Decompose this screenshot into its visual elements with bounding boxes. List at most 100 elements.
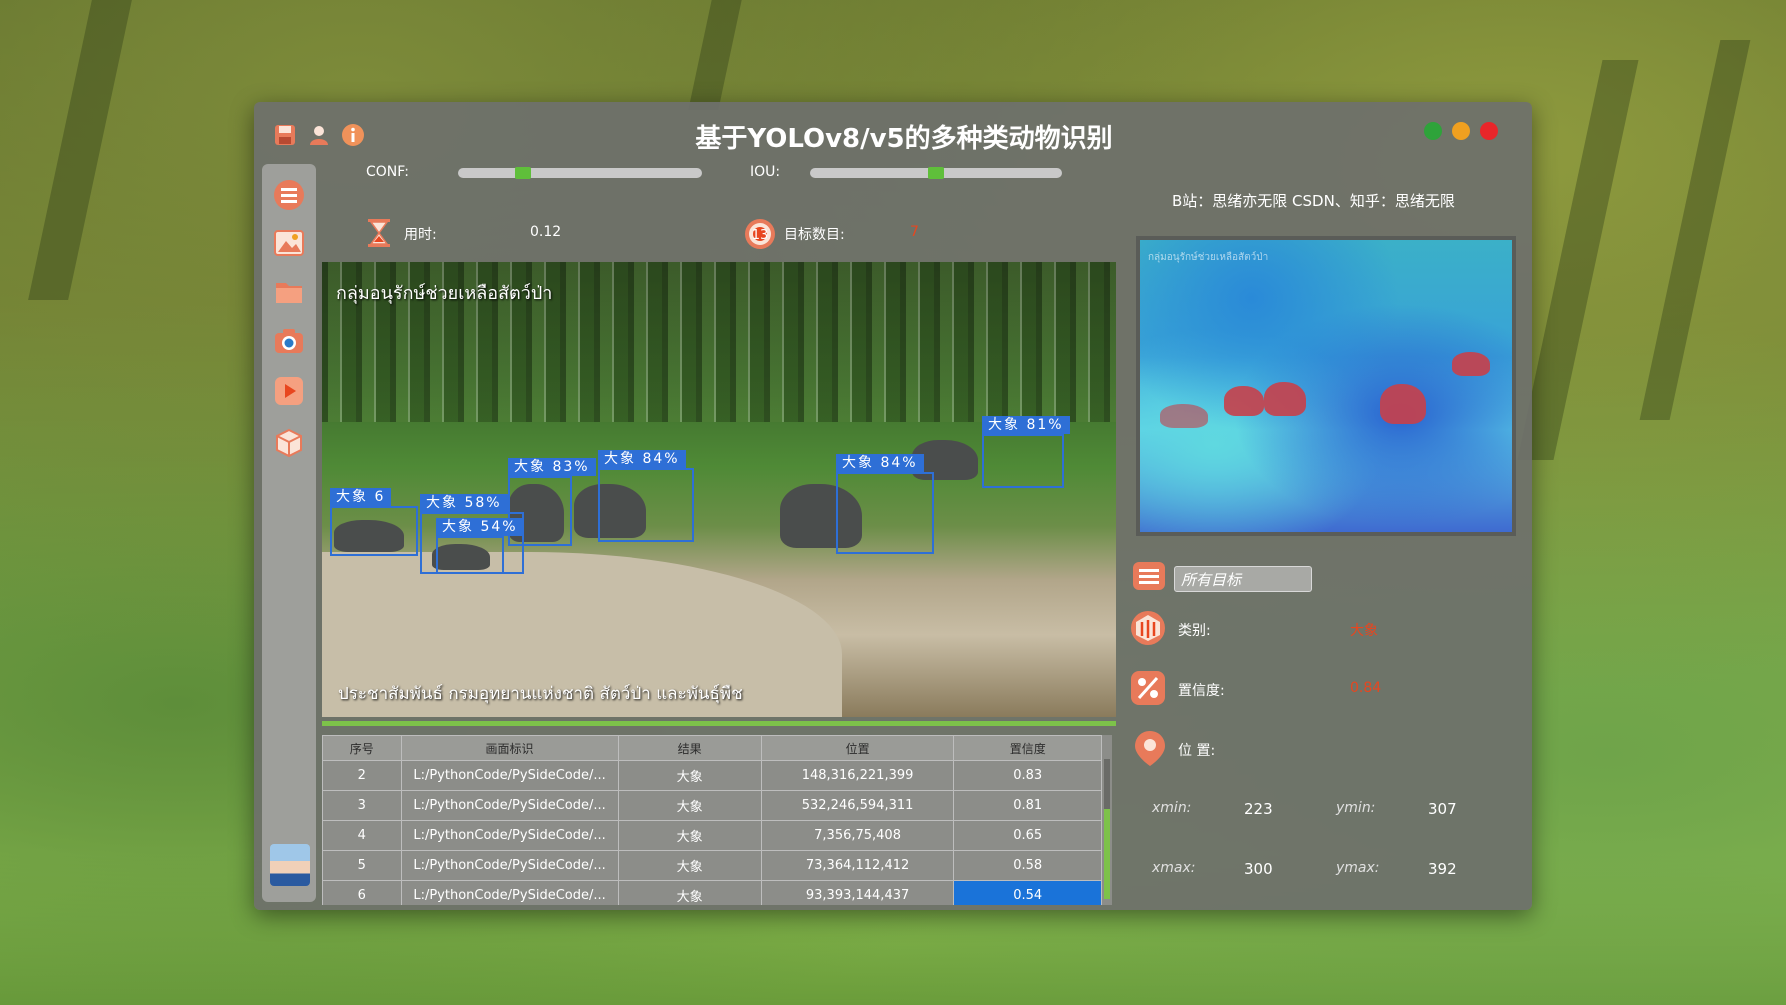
detection-box[interactable]: 大象 84%	[598, 450, 694, 542]
iou-slider-handle[interactable]	[928, 167, 944, 179]
camera-icon[interactable]	[272, 324, 306, 358]
image-icon[interactable]	[272, 226, 306, 260]
detection-view[interactable]: กลุ่มอนุรักษ์ช่วยเหลือสัตว์ป่า ประชาสัมพ…	[322, 262, 1116, 717]
iou-label: IOU:	[750, 164, 781, 180]
table-cell[interactable]: L:/PythonCode/PySideCode/...	[400, 760, 619, 791]
detection-label: 大象 84%	[598, 450, 686, 468]
save-icon[interactable]	[272, 122, 298, 148]
ymin-label: ymin:	[1336, 800, 1376, 816]
heatmap-hotspot	[1380, 384, 1426, 424]
table-cell[interactable]: 73,364,112,412	[760, 850, 955, 881]
time-label: 用时:	[404, 227, 437, 243]
table-cell[interactable]: 148,316,221,399	[760, 760, 955, 791]
table-cell[interactable]: 2	[322, 760, 402, 791]
background-decor	[1517, 60, 1639, 460]
col-header[interactable]: 画面标识	[400, 735, 619, 761]
table-cell[interactable]: 93,393,144,437	[760, 880, 955, 905]
play-icon[interactable]	[272, 374, 306, 408]
col-header[interactable]: 结果	[617, 735, 762, 761]
detection-label: 大象 54%	[436, 518, 524, 536]
table-cell[interactable]: 532,246,594,311	[760, 790, 955, 821]
heatmap-view: กลุ่มอนุรักษ์ช่วยเหลือสัตว์ป่า	[1136, 236, 1516, 536]
table-cell[interactable]: 大象	[617, 760, 762, 791]
model-icon[interactable]	[272, 426, 306, 460]
target-select[interactable]: 所有目标	[1174, 566, 1312, 592]
table-cell[interactable]: 0.65	[953, 820, 1102, 851]
conf-label: CONF:	[366, 164, 409, 180]
sidebar	[262, 164, 316, 902]
user-icon[interactable]	[306, 122, 332, 148]
results-table[interactable]: 序号 画面标识 结果 位置 置信度 2 L:/PythonCode/PySideC…	[322, 735, 1112, 905]
detection-box[interactable]: 大象 6	[330, 488, 418, 556]
table-cell[interactable]: 0.58	[953, 850, 1102, 881]
menu-icon[interactable]	[272, 178, 306, 212]
col-header[interactable]: 位置	[760, 735, 955, 761]
table-cell[interactable]: 4	[322, 820, 402, 851]
detection-label: 大象 6	[330, 488, 392, 506]
target-count-icon: 13	[744, 218, 776, 250]
detection-label: 大象 83%	[508, 458, 596, 476]
table-cell[interactable]: L:/PythonCode/PySideCode/...	[400, 880, 619, 905]
table-cell[interactable]: 5	[322, 850, 402, 881]
heatmap-caption: กลุ่มอนุรักษ์ช่วยเหลือสัตว์ป่า	[1148, 252, 1269, 263]
table-cell[interactable]: 3	[322, 790, 402, 821]
table-row[interactable]: 6 L:/PythonCode/PySideCode/... 大象 93,393,14…	[322, 880, 1102, 905]
category-icon	[1130, 610, 1166, 646]
heatmap-hotspot	[1452, 352, 1490, 376]
confidence-value: 0.84	[1350, 680, 1382, 696]
table-cell[interactable]: 大象	[617, 850, 762, 881]
detection-label: 大象 81%	[982, 416, 1070, 434]
table-cell[interactable]: 大象	[617, 820, 762, 851]
position-label: 位 置:	[1178, 743, 1216, 759]
conf-slider[interactable]	[458, 167, 702, 179]
detection-box[interactable]: 大象 81%	[982, 416, 1070, 488]
table-cell[interactable]: 7,356,75,408	[760, 820, 955, 851]
table-cell[interactable]: 0.81	[953, 790, 1102, 821]
xmin-label: xmin:	[1152, 800, 1192, 816]
iou-slider[interactable]	[810, 167, 1062, 179]
xmax-label: xmax:	[1152, 860, 1196, 876]
table-cell[interactable]: 6	[322, 880, 402, 905]
detection-box[interactable]: 大象 54%	[436, 518, 524, 574]
minimize-button[interactable]	[1452, 122, 1470, 140]
list-icon[interactable]	[1132, 560, 1166, 592]
class-value: 大象	[1350, 623, 1378, 639]
table-row[interactable]: 2 L:/PythonCode/PySideCode/... 大象 148,316,2…	[322, 760, 1102, 791]
ymax-value: 392	[1428, 860, 1457, 878]
detection-box[interactable]: 大象 84%	[836, 454, 934, 554]
conf-slider-handle[interactable]	[515, 167, 531, 179]
video-top-caption: กลุ่มอนุรักษ์ช่วยเหลือสัตว์ป่า	[336, 283, 553, 304]
table-row[interactable]: 5 L:/PythonCode/PySideCode/... 大象 73,364,11…	[322, 850, 1102, 881]
progress-bar	[322, 721, 1116, 726]
table-cell[interactable]: L:/PythonCode/PySideCode/...	[400, 820, 619, 851]
table-row[interactable]: 3 L:/PythonCode/PySideCode/... 大象 532,246,5…	[322, 790, 1102, 821]
detection-label: 大象 58%	[420, 494, 508, 512]
info-icon[interactable]	[340, 122, 366, 148]
close-button[interactable]	[1480, 122, 1498, 140]
background-decor	[28, 0, 132, 300]
confidence-label: 置信度:	[1178, 683, 1225, 699]
title-bar: 基于YOLOv8/v5的多种类动物识别	[254, 102, 1532, 162]
folder-icon[interactable]	[272, 274, 306, 308]
table-scrollbar[interactable]	[1104, 759, 1110, 899]
window-title: 基于YOLOv8/v5的多种类动物识别	[695, 124, 1113, 154]
table-cell[interactable]: L:/PythonCode/PySideCode/...	[400, 790, 619, 821]
location-pin-icon	[1132, 730, 1168, 766]
percent-icon	[1130, 670, 1166, 706]
table-cell[interactable]: 0.54	[953, 880, 1102, 905]
table-cell[interactable]: 0.83	[953, 760, 1102, 791]
table-cell[interactable]: 大象	[617, 880, 762, 905]
table-cell[interactable]: L:/PythonCode/PySideCode/...	[400, 850, 619, 881]
maximize-button[interactable]	[1424, 122, 1442, 140]
video-bottom-caption: ประชาสัมพันธ์ กรมอุทยานแห่งชาติ สัตว์ป่า…	[338, 684, 743, 704]
col-header[interactable]: 置信度	[953, 735, 1102, 761]
class-label: 类别:	[1178, 623, 1211, 639]
table-row[interactable]: 4 L:/PythonCode/PySideCode/... 大象 7,356,75,…	[322, 820, 1102, 851]
xmin-value: 223	[1244, 800, 1273, 818]
avatar[interactable]	[270, 844, 310, 886]
col-header[interactable]: 序号	[322, 735, 402, 761]
app-window: 基于YOLOv8/v5的多种类动物识别 CONF: IOU: 用时: 0.12 …	[254, 102, 1532, 910]
scrollbar-thumb[interactable]	[1104, 809, 1110, 899]
table-cell[interactable]: 大象	[617, 790, 762, 821]
author-credit: B站：思绪亦无限 CSDN、知乎：思绪无限	[1172, 192, 1455, 210]
